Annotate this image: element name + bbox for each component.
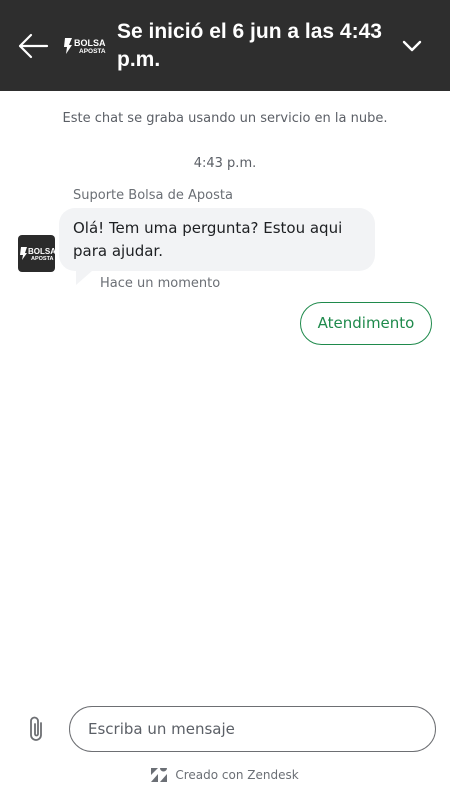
recording-notice: Este chat se graba usando un servicio en…	[62, 111, 388, 126]
chat-title: Se inició el 6 jun a las 4:43 p.m.	[117, 20, 382, 71]
collapse-button[interactable]	[399, 36, 425, 56]
footer: Creado con Zendesk	[0, 768, 450, 788]
svg-text:BOLSA: BOLSA	[74, 38, 106, 48]
back-button[interactable]	[17, 31, 49, 61]
svg-text:APOSTA: APOSTA	[31, 256, 54, 262]
chevron-down-icon	[402, 40, 422, 52]
bubble-tail	[76, 271, 92, 285]
attach-button[interactable]	[27, 715, 47, 743]
chat-header: BOLSA APOSTA Se inició el 6 jun a las 4:…	[0, 0, 450, 91]
message-input[interactable]	[88, 716, 408, 742]
zendesk-logo-icon	[151, 768, 168, 782]
back-arrow-icon	[18, 33, 49, 59]
footer-label: Creado con Zendesk	[175, 768, 299, 782]
chat-timestamp: 4:43 p.m.	[193, 156, 257, 171]
message-sender-name: Suporte Bolsa de Aposta	[73, 188, 233, 203]
brand-logo: BOLSA APOSTA	[63, 36, 109, 56]
svg-text:BOLSA: BOLSA	[28, 247, 55, 256]
message-time: Hace un momento	[100, 276, 221, 291]
chat-widget: BOLSA APOSTA Se inició el 6 jun a las 4:…	[0, 0, 450, 800]
svg-text:APOSTA: APOSTA	[79, 48, 106, 55]
quick-reply-button[interactable]: Atendimento	[300, 302, 432, 345]
message-bubble: Olá! Tem uma pergunta? Estou aqui para a…	[59, 208, 375, 271]
zendesk-link[interactable]: Creado con Zendesk	[151, 768, 299, 782]
paperclip-icon	[30, 716, 42, 741]
message-composer	[69, 706, 436, 752]
agent-avatar: BOLSA APOSTA	[18, 235, 55, 272]
